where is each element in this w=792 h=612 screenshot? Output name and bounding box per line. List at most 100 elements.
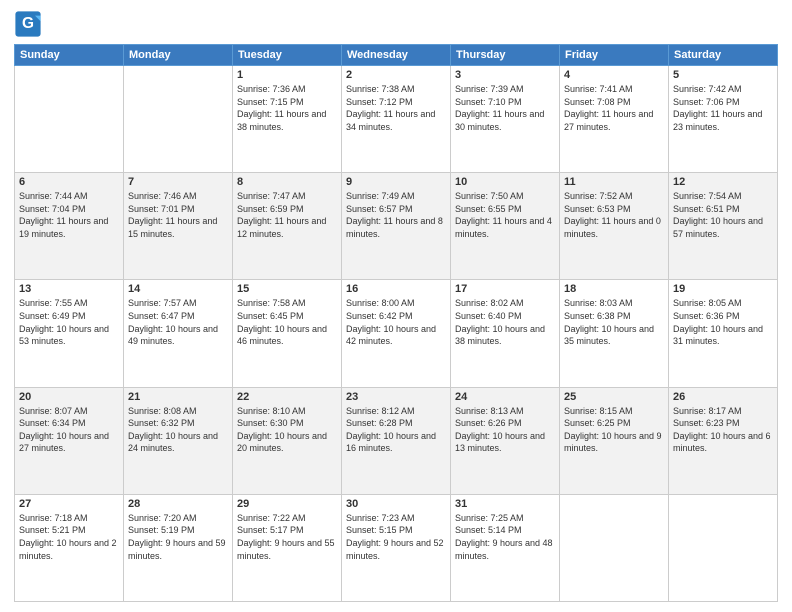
calendar-cell: 30 Sunrise: 7:23 AM Sunset: 5:15 PM Dayli… bbox=[342, 494, 451, 601]
calendar-cell: 23 Sunrise: 8:12 AM Sunset: 6:28 PM Dayli… bbox=[342, 387, 451, 494]
day-number: 29 bbox=[237, 498, 337, 510]
calendar-day-header: Sunday bbox=[15, 45, 124, 66]
day-detail: Sunrise: 7:44 AM Sunset: 7:04 PM Dayligh… bbox=[19, 190, 119, 240]
day-number: 14 bbox=[128, 283, 228, 295]
day-detail: Sunrise: 7:58 AM Sunset: 6:45 PM Dayligh… bbox=[237, 297, 337, 347]
day-number: 10 bbox=[455, 176, 555, 188]
calendar-cell: 27 Sunrise: 7:18 AM Sunset: 5:21 PM Dayli… bbox=[15, 494, 124, 601]
day-detail: Sunrise: 7:52 AM Sunset: 6:53 PM Dayligh… bbox=[564, 190, 664, 240]
day-number: 30 bbox=[346, 498, 446, 510]
calendar-week-row: 6Sunrise: 7:44 AM Sunset: 7:04 PM Daylig… bbox=[15, 173, 778, 280]
calendar-day-header: Saturday bbox=[669, 45, 778, 66]
day-number: 25 bbox=[564, 391, 664, 403]
day-detail: Sunrise: 7:46 AM Sunset: 7:01 PM Dayligh… bbox=[128, 190, 228, 240]
day-detail: Sunrise: 7:49 AM Sunset: 6:57 PM Dayligh… bbox=[346, 190, 446, 240]
logo: G bbox=[14, 10, 44, 38]
calendar-cell: 22 Sunrise: 8:10 AM Sunset: 6:30 PM Dayli… bbox=[233, 387, 342, 494]
day-detail: Sunrise: 7:47 AM Sunset: 6:59 PM Dayligh… bbox=[237, 190, 337, 240]
day-number: 31 bbox=[455, 498, 555, 510]
calendar-cell: 7 Sunrise: 7:46 AM Sunset: 7:01 PM Daylig… bbox=[124, 173, 233, 280]
svg-text:G: G bbox=[22, 15, 34, 32]
calendar-day-header: Wednesday bbox=[342, 45, 451, 66]
calendar-cell: 5 Sunrise: 7:42 AM Sunset: 7:06 PM Daylig… bbox=[669, 66, 778, 173]
day-number: 4 bbox=[564, 69, 664, 81]
calendar-cell: 20Sunrise: 8:07 AM Sunset: 6:34 PM Dayli… bbox=[15, 387, 124, 494]
calendar-cell: 10 Sunrise: 7:50 AM Sunset: 6:55 PM Dayli… bbox=[451, 173, 560, 280]
calendar-day-header: Friday bbox=[560, 45, 669, 66]
day-number: 7 bbox=[128, 176, 228, 188]
calendar-cell bbox=[15, 66, 124, 173]
calendar-cell: 9 Sunrise: 7:49 AM Sunset: 6:57 PM Daylig… bbox=[342, 173, 451, 280]
header: G bbox=[14, 10, 778, 38]
day-number: 21 bbox=[128, 391, 228, 403]
day-number: 17 bbox=[455, 283, 555, 295]
day-number: 26 bbox=[673, 391, 773, 403]
calendar-cell: 25 Sunrise: 8:15 AM Sunset: 6:25 PM Dayli… bbox=[560, 387, 669, 494]
day-number: 11 bbox=[564, 176, 664, 188]
day-detail: Sunrise: 7:57 AM Sunset: 6:47 PM Dayligh… bbox=[128, 297, 228, 347]
day-number: 15 bbox=[237, 283, 337, 295]
day-detail: Sunrise: 7:23 AM Sunset: 5:15 PM Dayligh… bbox=[346, 512, 446, 562]
day-number: 23 bbox=[346, 391, 446, 403]
day-number: 28 bbox=[128, 498, 228, 510]
day-detail: Sunrise: 7:39 AM Sunset: 7:10 PM Dayligh… bbox=[455, 83, 555, 133]
calendar-cell: 18 Sunrise: 8:03 AM Sunset: 6:38 PM Dayli… bbox=[560, 280, 669, 387]
day-detail: Sunrise: 8:12 AM Sunset: 6:28 PM Dayligh… bbox=[346, 405, 446, 455]
day-number: 24 bbox=[455, 391, 555, 403]
calendar-day-header: Tuesday bbox=[233, 45, 342, 66]
day-detail: Sunrise: 8:08 AM Sunset: 6:32 PM Dayligh… bbox=[128, 405, 228, 455]
calendar-cell bbox=[669, 494, 778, 601]
day-number: 16 bbox=[346, 283, 446, 295]
day-number: 22 bbox=[237, 391, 337, 403]
day-detail: Sunrise: 7:18 AM Sunset: 5:21 PM Dayligh… bbox=[19, 512, 119, 562]
calendar-week-row: 27 Sunrise: 7:18 AM Sunset: 5:21 PM Dayli… bbox=[15, 494, 778, 601]
calendar-cell bbox=[124, 66, 233, 173]
day-detail: Sunrise: 8:17 AM Sunset: 6:23 PM Dayligh… bbox=[673, 405, 773, 455]
calendar-week-row: 20Sunrise: 8:07 AM Sunset: 6:34 PM Dayli… bbox=[15, 387, 778, 494]
day-number: 13 bbox=[19, 283, 119, 295]
calendar-cell: 1 Sunrise: 7:36 AM Sunset: 7:15 PM Daylig… bbox=[233, 66, 342, 173]
calendar-cell: 15 Sunrise: 7:58 AM Sunset: 6:45 PM Dayli… bbox=[233, 280, 342, 387]
calendar-cell: 8Sunrise: 7:47 AM Sunset: 6:59 PM Daylig… bbox=[233, 173, 342, 280]
calendar-cell: 21 Sunrise: 8:08 AM Sunset: 6:32 PM Dayli… bbox=[124, 387, 233, 494]
day-detail: Sunrise: 8:15 AM Sunset: 6:25 PM Dayligh… bbox=[564, 405, 664, 455]
calendar-cell: 17Sunrise: 8:02 AM Sunset: 6:40 PM Dayli… bbox=[451, 280, 560, 387]
calendar-table: SundayMondayTuesdayWednesdayThursdayFrid… bbox=[14, 44, 778, 602]
calendar-cell: 6Sunrise: 7:44 AM Sunset: 7:04 PM Daylig… bbox=[15, 173, 124, 280]
day-number: 5 bbox=[673, 69, 773, 81]
day-number: 18 bbox=[564, 283, 664, 295]
page: G SundayMondayTuesdayWednesdayThursdayFr… bbox=[0, 0, 792, 612]
logo-icon: G bbox=[14, 10, 42, 38]
day-number: 20 bbox=[19, 391, 119, 403]
calendar-cell: 14 Sunrise: 7:57 AM Sunset: 6:47 PM Dayli… bbox=[124, 280, 233, 387]
day-detail: Sunrise: 7:25 AM Sunset: 5:14 PM Dayligh… bbox=[455, 512, 555, 562]
day-detail: Sunrise: 7:36 AM Sunset: 7:15 PM Dayligh… bbox=[237, 83, 337, 133]
day-number: 19 bbox=[673, 283, 773, 295]
day-detail: Sunrise: 7:42 AM Sunset: 7:06 PM Dayligh… bbox=[673, 83, 773, 133]
calendar-cell: 31 Sunrise: 7:25 AM Sunset: 5:14 PM Dayli… bbox=[451, 494, 560, 601]
day-detail: Sunrise: 8:10 AM Sunset: 6:30 PM Dayligh… bbox=[237, 405, 337, 455]
day-detail: Sunrise: 7:50 AM Sunset: 6:55 PM Dayligh… bbox=[455, 190, 555, 240]
day-detail: Sunrise: 8:03 AM Sunset: 6:38 PM Dayligh… bbox=[564, 297, 664, 347]
calendar-cell: 16Sunrise: 8:00 AM Sunset: 6:42 PM Dayli… bbox=[342, 280, 451, 387]
day-number: 9 bbox=[346, 176, 446, 188]
day-detail: Sunrise: 8:13 AM Sunset: 6:26 PM Dayligh… bbox=[455, 405, 555, 455]
calendar-cell: 24 Sunrise: 8:13 AM Sunset: 6:26 PM Dayli… bbox=[451, 387, 560, 494]
calendar-cell: 12 Sunrise: 7:54 AM Sunset: 6:51 PM Dayli… bbox=[669, 173, 778, 280]
day-number: 27 bbox=[19, 498, 119, 510]
calendar-day-header: Thursday bbox=[451, 45, 560, 66]
calendar-cell bbox=[560, 494, 669, 601]
calendar-cell: 29 Sunrise: 7:22 AM Sunset: 5:17 PM Dayli… bbox=[233, 494, 342, 601]
day-number: 3 bbox=[455, 69, 555, 81]
calendar-header-row: SundayMondayTuesdayWednesdayThursdayFrid… bbox=[15, 45, 778, 66]
calendar-week-row: 13Sunrise: 7:55 AM Sunset: 6:49 PM Dayli… bbox=[15, 280, 778, 387]
day-detail: Sunrise: 7:22 AM Sunset: 5:17 PM Dayligh… bbox=[237, 512, 337, 562]
day-detail: Sunrise: 7:54 AM Sunset: 6:51 PM Dayligh… bbox=[673, 190, 773, 240]
calendar-cell: 3 Sunrise: 7:39 AM Sunset: 7:10 PM Daylig… bbox=[451, 66, 560, 173]
day-number: 1 bbox=[237, 69, 337, 81]
day-detail: Sunrise: 8:05 AM Sunset: 6:36 PM Dayligh… bbox=[673, 297, 773, 347]
calendar-cell: 19 Sunrise: 8:05 AM Sunset: 6:36 PM Dayli… bbox=[669, 280, 778, 387]
day-detail: Sunrise: 7:38 AM Sunset: 7:12 PM Dayligh… bbox=[346, 83, 446, 133]
day-number: 2 bbox=[346, 69, 446, 81]
day-number: 12 bbox=[673, 176, 773, 188]
